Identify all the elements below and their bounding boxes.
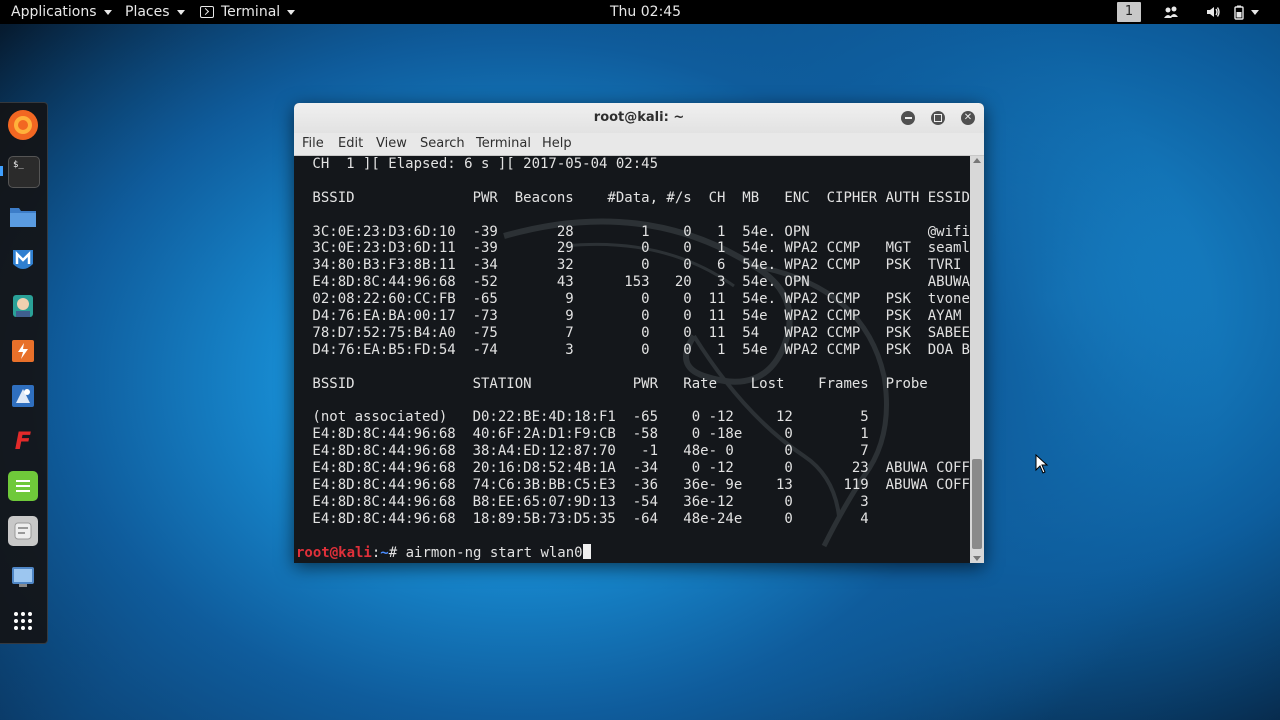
clock[interactable]: Thu 02:45 <box>610 0 681 24</box>
terminal-output[interactable]: CH 1 ][ Elapsed: 6 s ][ 2017-05-04 02:45… <box>294 156 970 563</box>
faraday-launcher[interactable]: F <box>8 426 38 456</box>
menu-search[interactable]: Search <box>420 136 465 151</box>
minimize-icon <box>904 117 912 119</box>
screenshot-icon <box>12 567 34 587</box>
terminal-line: E4:8D:8C:44:96:68 20:16:D8:52:4B:1A -34 … <box>304 460 970 477</box>
firefox-icon <box>14 116 32 134</box>
metasploit-launcher[interactable] <box>8 246 38 276</box>
terminal-line: E4:8D:8C:44:96:68 38:A4:ED:12:87:70 -1 4… <box>304 443 869 460</box>
armitage-launcher[interactable] <box>8 291 38 321</box>
terminal-line: CH 1 ][ Elapsed: 6 s ][ 2017-05-04 02:45 <box>304 156 659 172</box>
scroll-up-arrow-icon[interactable] <box>973 158 981 163</box>
active-app-indicator <box>0 166 3 176</box>
prompt-path: ~ <box>380 545 389 561</box>
terminal-line: 78:D7:52:75:B4:A0 -75 7 0 0 11 54 WPA2 C… <box>304 324 970 341</box>
terminal-app-label: Terminal <box>221 4 281 20</box>
show-apps-icon <box>14 612 32 630</box>
volume-icon[interactable] <box>1205 4 1221 20</box>
text-cursor <box>582 544 591 559</box>
places-menu[interactable]: Places <box>125 0 185 24</box>
terminal-line: E4:8D:8C:44:96:68 74:C6:3B:BB:C5:E3 -36 … <box>304 476 970 493</box>
cherrytree-launcher[interactable] <box>8 516 38 546</box>
chevron-down-icon <box>103 9 112 15</box>
battery-icon[interactable] <box>1231 4 1247 20</box>
maximize-icon <box>934 114 942 122</box>
beef-icon <box>12 385 34 407</box>
terminal-line: E4:8D:8C:44:96:68 40:6F:2A:D1:F9:CB -58 … <box>304 426 869 443</box>
terminal-line: 3C:0E:23:D3:6D:11 -39 29 0 0 1 54e. WPA2… <box>304 240 970 257</box>
terminal-line: E4:8D:8C:44:96:68 B8:EE:65:07:9D:13 -54 … <box>304 493 869 510</box>
menu-edit[interactable]: Edit <box>338 136 363 151</box>
leafpad-launcher[interactable] <box>8 471 38 501</box>
show-apps-button[interactable] <box>8 606 38 636</box>
prompt-user: root@kali <box>296 545 372 561</box>
command-prompt[interactable]: root@kali:~# airmon-ng start wlan0 <box>296 544 591 562</box>
close-button[interactable]: ✕ <box>961 111 975 125</box>
burpsuite-launcher[interactable] <box>8 336 38 366</box>
mouse-pointer-icon <box>1035 454 1049 474</box>
terminal-line: E4:8D:8C:44:96:68 18:89:5B:73:D5:35 -64 … <box>304 510 869 527</box>
cherrytree-icon <box>14 522 32 540</box>
terminal-line: 3C:0E:23:D3:6D:10 -39 28 1 0 1 54e. OPN … <box>304 223 970 240</box>
leafpad-icon <box>16 480 30 492</box>
clock-text: Thu 02:45 <box>610 4 682 20</box>
beef-launcher[interactable] <box>8 381 38 411</box>
applications-menu[interactable]: Applications <box>11 0 112 24</box>
terminal-line: BSSID STATION PWR Rate Lost Frames Probe <box>304 375 928 392</box>
menu-file[interactable]: File <box>302 136 324 151</box>
terminal-line: (not associated) D0:22:BE:4D:18:F1 -65 0… <box>304 409 869 426</box>
metasploit-icon <box>13 250 33 269</box>
menu-view[interactable]: View <box>376 136 407 151</box>
armitage-icon <box>13 295 33 317</box>
terminal-window[interactable]: root@kali: ~ ✕ File Edit View Search Ter… <box>294 103 984 563</box>
screenshot-launcher[interactable] <box>8 561 38 591</box>
terminal-launcher[interactable]: $_ <box>8 156 40 188</box>
scrollbar-thumb[interactable] <box>972 459 982 549</box>
terminal-icon: $_ <box>13 160 24 170</box>
prompt-symbol: # <box>388 545 406 561</box>
faraday-icon: F <box>14 427 32 455</box>
chevron-down-icon <box>176 9 185 15</box>
window-title: root@kali: ~ <box>593 110 685 125</box>
terminal-line: 34:80:B3:F3:8B:11 -34 32 0 0 6 54e. WPA2… <box>304 257 962 274</box>
places-label: Places <box>125 4 170 20</box>
minimize-button[interactable] <box>901 111 915 125</box>
files-launcher[interactable] <box>8 201 38 231</box>
maximize-button[interactable] <box>931 111 945 125</box>
burpsuite-icon <box>12 340 34 362</box>
terminal-line: 02:08:22:60:CC:FB -65 9 0 0 11 54e. WPA2… <box>304 291 970 308</box>
close-icon: ✕ <box>963 112 973 123</box>
command-text: airmon-ng start wlan0 <box>405 545 583 561</box>
terminal-line: D4:76:EA:B5:FD:54 -74 3 0 0 1 54e WPA2 C… <box>304 341 970 358</box>
menu-bar: File Edit View Search Terminal Help <box>294 133 984 156</box>
scrollbar[interactable] <box>970 156 984 563</box>
top-panel: Applications Places Terminal Thu 02:45 1 <box>0 0 1280 24</box>
files-icon <box>10 208 36 227</box>
dock: $_ F <box>0 102 48 644</box>
terminal-icon <box>200 6 214 18</box>
scroll-down-arrow-icon[interactable] <box>973 556 981 561</box>
terminal-line: D4:76:EA:BA:00:17 -73 9 0 0 11 54e WPA2 … <box>304 308 962 325</box>
chevron-down-icon <box>287 9 296 15</box>
terminal-text: CH 1 ][ Elapsed: 6 s ][ 2017-05-04 02:45… <box>304 156 970 528</box>
users-icon[interactable] <box>1163 4 1179 20</box>
system-menu-chevron-icon[interactable] <box>1251 10 1259 15</box>
applications-label: Applications <box>11 4 97 20</box>
terminal-app-menu[interactable]: Terminal <box>200 0 296 24</box>
workspace-indicator[interactable]: 1 <box>1117 2 1141 22</box>
window-titlebar[interactable]: root@kali: ~ ✕ <box>294 103 984 133</box>
firefox-launcher[interactable] <box>8 110 38 140</box>
terminal-line: BSSID PWR Beacons #Data, #/s CH MB ENC C… <box>304 189 970 206</box>
terminal-line: E4:8D:8C:44:96:68 -52 43 153 20 3 54e. O… <box>304 274 970 291</box>
menu-help[interactable]: Help <box>542 136 572 151</box>
menu-terminal[interactable]: Terminal <box>476 136 531 151</box>
